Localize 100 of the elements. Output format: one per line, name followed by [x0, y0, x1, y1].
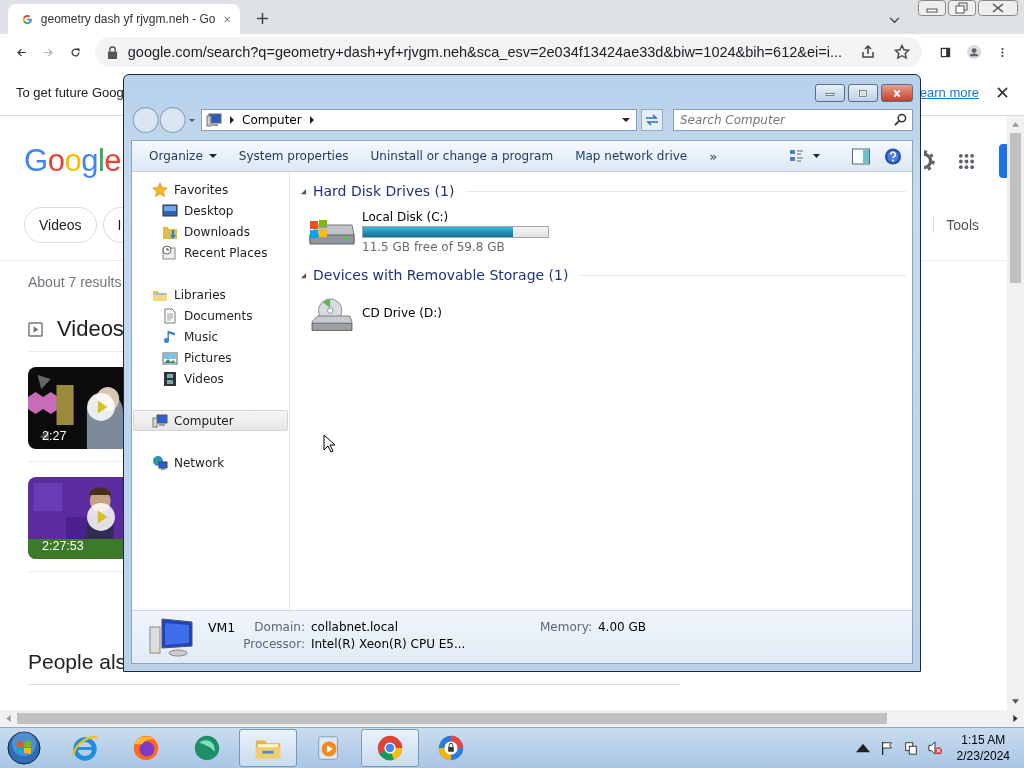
- address-bar[interactable]: Computer: [201, 109, 637, 131]
- lock-icon[interactable]: [436, 733, 466, 763]
- drive-name[interactable]: CD Drive (D:): [362, 306, 442, 320]
- group-heading[interactable]: Hard Disk Drives (1): [313, 183, 455, 199]
- view-options-icon[interactable]: [788, 147, 822, 165]
- scroll-down-icon[interactable]: [1012, 699, 1019, 704]
- infobar-message: To get future Goog: [16, 85, 124, 100]
- nav-item[interactable]: Desktop: [133, 200, 288, 221]
- play-icon[interactable]: [86, 392, 116, 422]
- clock-date[interactable]: 2/23/2024: [956, 748, 1010, 764]
- network-icon[interactable]: [903, 741, 918, 755]
- nav-item[interactable]: Libraries: [133, 284, 288, 305]
- toolbar-button[interactable]: Map network drive: [564, 145, 699, 167]
- browser-tab[interactable]: geometry dash yf rjvgm.neh - Go: [8, 4, 240, 34]
- star-icon[interactable]: [894, 44, 910, 60]
- computer-name: VM1: [208, 620, 236, 635]
- music-note-icon: [162, 328, 178, 345]
- breadcrumb-arrow-icon[interactable]: [230, 116, 234, 124]
- more-button[interactable]: »: [698, 144, 729, 168]
- toolbar-button[interactable]: System properties: [227, 145, 360, 167]
- refresh-button[interactable]: [641, 109, 663, 131]
- nav-item[interactable]: Documents: [133, 305, 288, 326]
- section-heading: Videos: [57, 316, 124, 342]
- caret-icon[interactable]: [208, 154, 217, 158]
- chevron-down-icon[interactable]: [889, 17, 900, 24]
- property-label: Domain:: [253, 620, 305, 634]
- minimize-icon[interactable]: [918, 0, 946, 16]
- nav-item[interactable]: Downloads: [133, 221, 288, 242]
- toolbar-button[interactable]: Organize: [138, 145, 228, 167]
- drive-name[interactable]: Local Disk (C:): [362, 210, 549, 224]
- breadcrumb-arrow-icon[interactable]: [309, 116, 314, 124]
- property-value: 4.00 GB: [597, 620, 647, 634]
- maximize-button[interactable]: [848, 84, 878, 102]
- collapse-arrow-icon[interactable]: [300, 271, 307, 279]
- play-icon[interactable]: [86, 502, 116, 532]
- flag-icon[interactable]: [879, 741, 894, 755]
- minimize-button[interactable]: [815, 84, 845, 102]
- nav-item[interactable]: Pictures: [133, 347, 288, 368]
- close-icon[interactable]: [997, 87, 1008, 98]
- mouse-cursor-icon: [323, 434, 335, 453]
- image-icon: [162, 349, 178, 366]
- property-value: Intel(R) Xeon(R) CPU E5...: [310, 637, 467, 651]
- property-value: collabnet.local: [310, 620, 398, 634]
- document-icon: [162, 307, 178, 324]
- google-logo[interactable]: Google: [24, 143, 121, 179]
- close-button[interactable]: [881, 84, 913, 102]
- video-icon: [28, 321, 43, 337]
- help-icon[interactable]: [884, 147, 902, 165]
- breadcrumb-item[interactable]: Computer: [242, 113, 302, 127]
- close-icon[interactable]: [978, 0, 1018, 16]
- video-duration: 2:27: [42, 429, 67, 443]
- computer-icon: [152, 412, 168, 429]
- maximize-icon[interactable]: [857, 88, 869, 98]
- scrollbar-thumb[interactable]: [1010, 133, 1021, 283]
- new-tab-icon[interactable]: [256, 12, 269, 25]
- collapse-arrow-icon[interactable]: [300, 187, 307, 195]
- vertical-scrollbar[interactable]: [1007, 116, 1024, 710]
- clock-time[interactable]: 1:15 AM: [961, 732, 1006, 748]
- tab-title: geometry dash yf rjvgm.neh - Go: [40, 12, 216, 26]
- tools-button[interactable]: Tools: [933, 217, 979, 233]
- nav-item[interactable]: Favorites: [133, 179, 288, 200]
- toolbar-button[interactable]: Uninstall or change a program: [359, 145, 565, 167]
- nav-item[interactable]: Computer: [133, 410, 288, 431]
- learn-more-link[interactable]: earn more: [919, 85, 979, 100]
- restore-icon[interactable]: [948, 0, 976, 16]
- preview-pane-icon[interactable]: [852, 147, 870, 165]
- app-icon[interactable]: [192, 733, 222, 763]
- speaker-muted-icon[interactable]: [927, 741, 942, 755]
- url-text: google.com/search?q=geometry+dash+yf+rjvgm.neh&sca_esv=2e034f13424ae33d&biw=1024&bih=612&ei=i...: [127, 44, 842, 60]
- address-bar[interactable]: google.com/search?q=geometry+dash+yf+rjvgm.neh&sca_esv=2e034f13424ae33d&biw=1024&bih=612&ei=i...: [94, 37, 922, 67]
- computer-icon: [148, 617, 194, 657]
- network-icon: [152, 454, 168, 471]
- taskbar-button[interactable]: [239, 729, 297, 767]
- browser-icon[interactable]: [375, 733, 405, 763]
- scrollbar-thumb[interactable]: [17, 713, 887, 724]
- show-hidden-icons-icon[interactable]: [855, 741, 870, 755]
- lock-icon: [106, 45, 118, 59]
- nav-item[interactable]: Music: [133, 326, 288, 347]
- computer-icon: [206, 112, 222, 128]
- horizontal-scrollbar[interactable]: [0, 710, 1024, 727]
- apps-grid-icon[interactable]: [958, 152, 975, 170]
- dropdown-icon[interactable]: [622, 118, 630, 122]
- share-icon[interactable]: [860, 44, 876, 60]
- nav-item[interactable]: Videos: [133, 368, 288, 389]
- video-duration: 2:27:53: [42, 539, 84, 553]
- group-heading[interactable]: Devices with Removable Storage (1): [313, 267, 569, 283]
- settings-icon[interactable]: [924, 150, 935, 172]
- browser-icon[interactable]: [131, 733, 161, 763]
- star-icon: [152, 181, 168, 198]
- result-stats: About 7 results: [28, 273, 122, 292]
- property-label: Memory:: [540, 620, 592, 634]
- start-button[interactable]: [6, 730, 42, 766]
- clock-icon: [162, 244, 178, 261]
- taskbar-button[interactable]: [361, 729, 419, 767]
- scroll-right-icon[interactable]: [1013, 715, 1018, 722]
- monitor-icon: [162, 202, 178, 219]
- search-icon: [894, 113, 907, 126]
- nav-item[interactable]: Network: [133, 452, 288, 473]
- nav-item[interactable]: Recent Places: [133, 242, 288, 263]
- search-field[interactable]: Search Computer: [673, 109, 913, 131]
